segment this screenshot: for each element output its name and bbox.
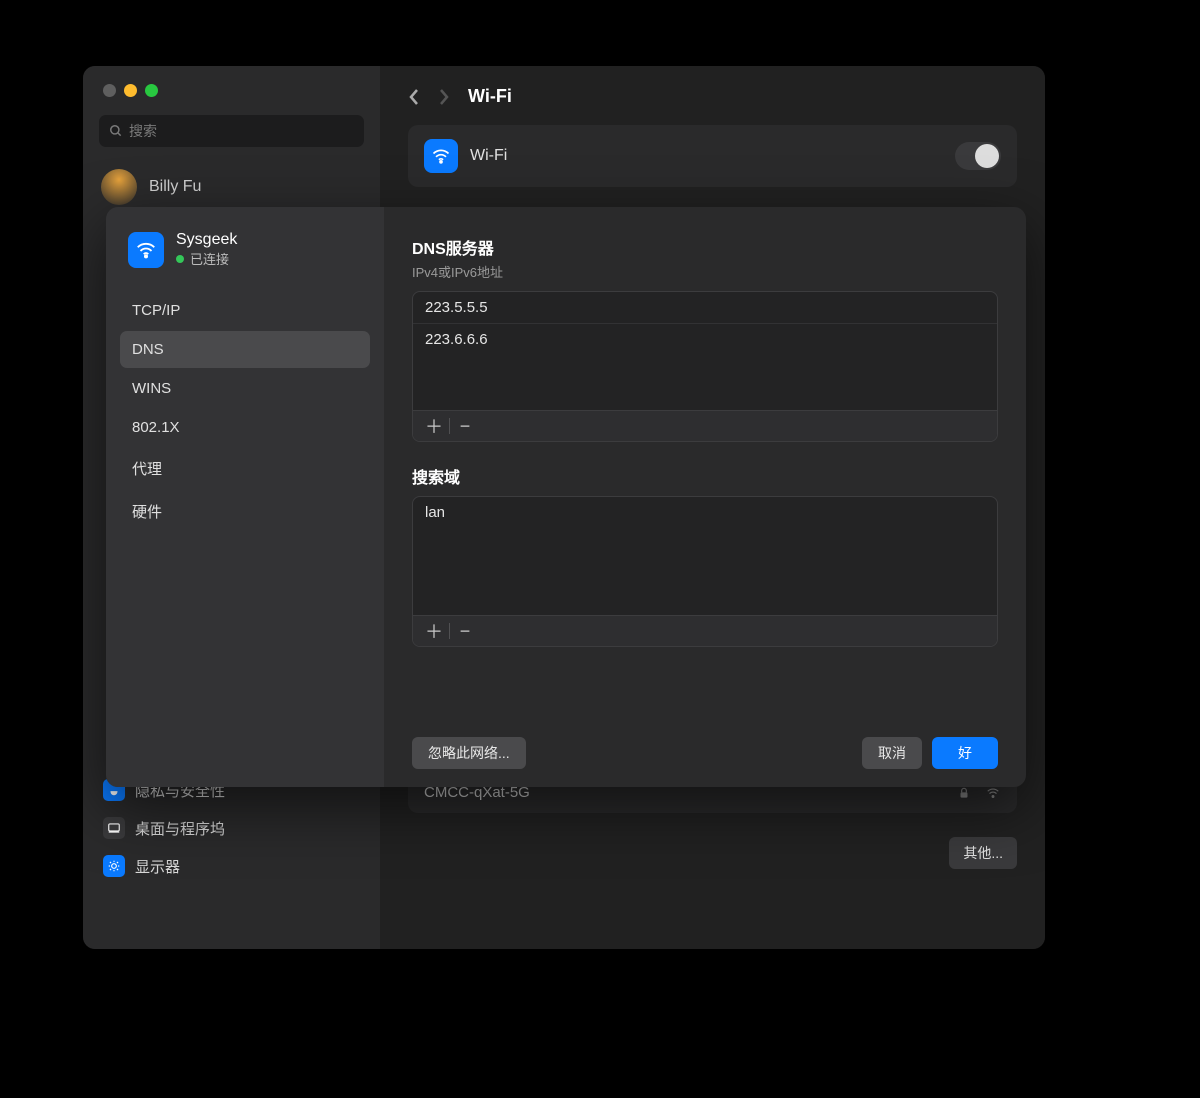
dns-servers-title: DNS服务器 xyxy=(412,235,998,259)
dialog-footer: 忽略此网络... 取消 好 xyxy=(412,723,998,769)
sidebar-list: 隐私与安全性 桌面与程序坞 显示器 xyxy=(83,771,380,885)
sidebar-item-label: 显示器 xyxy=(135,856,180,877)
tab-wins[interactable]: WINS xyxy=(120,370,370,407)
ok-button[interactable]: 好 xyxy=(932,737,998,769)
search-input[interactable]: 搜索 xyxy=(99,115,364,147)
search-domain-row[interactable]: lan xyxy=(413,497,997,528)
page-title: Wi-Fi xyxy=(468,86,512,107)
search-placeholder: 搜索 xyxy=(129,121,157,141)
tab-tcpip[interactable]: TCP/IP xyxy=(120,292,370,329)
remove-domain-button[interactable]: − xyxy=(454,621,476,642)
sidebar-item-desktop[interactable]: 桌面与程序坞 xyxy=(93,809,370,847)
dialog-main: DNS服务器 IPv4或IPv6地址 223.5.5.5 223.6.6.6 ＋… xyxy=(384,207,1026,787)
desktop-icon xyxy=(103,817,125,839)
add-dns-button[interactable]: ＋ xyxy=(423,413,445,439)
network-details-dialog: Sysgeek 已连接 TCP/IP DNS WINS 802.1X 代理 硬件… xyxy=(106,207,1026,787)
user-name: Billy Fu xyxy=(149,178,201,196)
cancel-button[interactable]: 取消 xyxy=(862,737,922,769)
back-button[interactable] xyxy=(408,88,420,106)
close-window-button[interactable] xyxy=(103,84,116,97)
minimize-window-button[interactable] xyxy=(124,84,137,97)
dns-servers-list: 223.5.5.5 223.6.6.6 ＋ − xyxy=(412,291,998,442)
sidebar-item-label: 桌面与程序坞 xyxy=(135,818,225,839)
wifi-icon xyxy=(128,232,164,268)
tab-hardware[interactable]: 硬件 xyxy=(120,491,370,532)
avatar xyxy=(101,169,137,205)
zoom-window-button[interactable] xyxy=(145,84,158,97)
dns-servers-subtitle: IPv4或IPv6地址 xyxy=(412,262,998,281)
dialog-tabs: TCP/IP DNS WINS 802.1X 代理 硬件 xyxy=(120,292,370,532)
wifi-label: Wi-Fi xyxy=(470,147,507,165)
dns-list-footer: ＋ − xyxy=(413,410,997,441)
forward-button[interactable] xyxy=(438,88,450,106)
network-header: Sysgeek 已连接 xyxy=(120,231,370,282)
wifi-icon xyxy=(424,139,458,173)
dialog-sidebar: Sysgeek 已连接 TCP/IP DNS WINS 802.1X 代理 硬件 xyxy=(106,207,384,787)
wifi-signal-icon xyxy=(985,786,1001,800)
dns-server-row[interactable]: 223.5.5.5 xyxy=(413,292,997,324)
lock-icon xyxy=(957,786,971,800)
wifi-toggle[interactable] xyxy=(955,142,1001,170)
apple-id-row[interactable]: Billy Fu xyxy=(83,163,380,211)
wifi-toggle-panel: Wi-Fi xyxy=(408,125,1017,187)
search-domains-title: 搜索域 xyxy=(412,464,998,488)
domains-list-footer: ＋ − xyxy=(413,615,997,646)
sidebar-item-display[interactable]: 显示器 xyxy=(93,847,370,885)
other-networks-button[interactable]: 其他... xyxy=(949,837,1017,869)
main-header: Wi-Fi xyxy=(408,86,1017,107)
network-status: 已连接 xyxy=(176,249,237,268)
remove-dns-button[interactable]: − xyxy=(454,416,476,437)
network-name: Sysgeek xyxy=(176,231,237,249)
status-dot-icon xyxy=(176,255,184,263)
window-controls xyxy=(83,84,380,97)
add-domain-button[interactable]: ＋ xyxy=(423,618,445,644)
display-icon xyxy=(103,855,125,877)
search-icon xyxy=(109,124,123,138)
dns-server-row[interactable]: 223.6.6.6 xyxy=(413,324,997,355)
forget-network-button[interactable]: 忽略此网络... xyxy=(412,737,526,769)
search-domains-list: lan ＋ − xyxy=(412,496,998,647)
tab-8021x[interactable]: 802.1X xyxy=(120,409,370,446)
tab-proxy[interactable]: 代理 xyxy=(120,448,370,489)
tab-dns[interactable]: DNS xyxy=(120,331,370,368)
